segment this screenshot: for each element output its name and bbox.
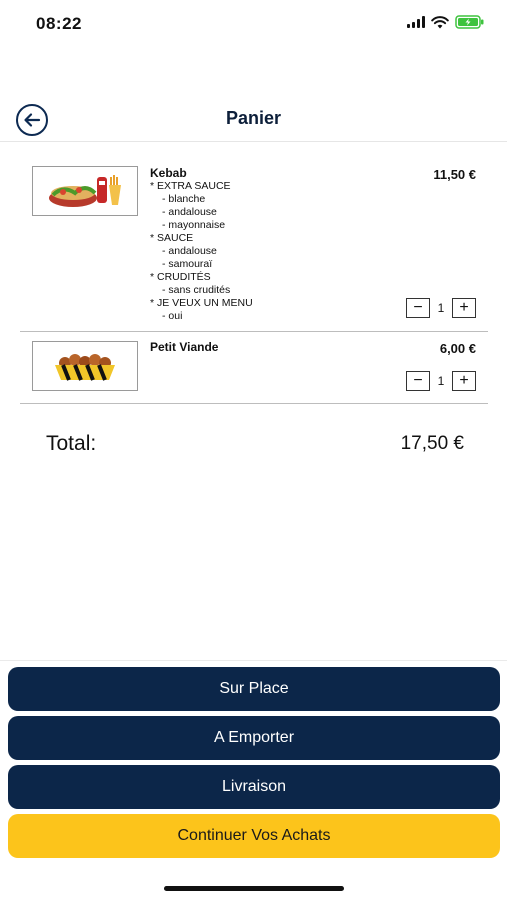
cellular-signal-icon: [407, 16, 425, 28]
meat-tray-image: [32, 341, 138, 391]
option-choice: - andalouse: [162, 245, 217, 257]
home-indicator[interactable]: [164, 886, 344, 891]
status-icons: [407, 15, 485, 29]
cart-item-petit-viande: Petit Viande 6,00 € − 1 +: [20, 333, 488, 404]
header: Panier: [0, 96, 507, 142]
option-group: * JE VEUX UN MENU: [150, 297, 253, 309]
wifi-icon: [431, 15, 449, 28]
quantity-stepper: − 1 +: [406, 298, 476, 318]
quantity-value: 1: [437, 374, 445, 388]
decrease-quantity-button[interactable]: −: [406, 298, 430, 318]
increase-quantity-button[interactable]: +: [452, 298, 476, 318]
status-bar: 08:22: [0, 0, 507, 48]
battery-charging-icon: [455, 15, 484, 29]
option-choice: - oui: [162, 310, 183, 322]
continuer-achats-button[interactable]: Continuer Vos Achats: [8, 814, 500, 858]
a-emporter-button[interactable]: A Emporter: [8, 716, 500, 760]
status-time: 08:22: [36, 14, 82, 33]
option-choice: - mayonnaise: [162, 219, 226, 231]
option-choice: - samouraï: [162, 258, 213, 270]
item-price: 6,00 €: [439, 341, 476, 356]
livraison-button[interactable]: Livraison: [8, 765, 500, 809]
quantity-stepper: − 1 +: [406, 371, 476, 391]
option-choice: - andalouse: [162, 206, 217, 218]
sur-place-button[interactable]: Sur Place: [8, 667, 500, 711]
increase-quantity-button[interactable]: +: [452, 371, 476, 391]
decrease-quantity-button[interactable]: −: [406, 371, 430, 391]
divider: [0, 660, 507, 661]
option-group: * SAUCE: [150, 232, 194, 244]
page-title: Panier: [225, 108, 282, 128]
total-row: Total: 17,50 €: [46, 432, 464, 456]
item-price: 11,50 €: [433, 167, 476, 182]
option-group: * CRUDITÉS: [150, 271, 211, 283]
total-label: Total:: [46, 432, 97, 455]
quantity-value: 1: [437, 301, 445, 315]
item-options: * EXTRA SAUCE - blanche - andalouse - ma…: [150, 180, 253, 323]
option-group: * EXTRA SAUCE: [150, 180, 231, 192]
option-choice: - sans crudités: [162, 284, 231, 296]
option-choice: - blanche: [162, 193, 206, 205]
item-name: Kebab: [150, 166, 187, 180]
cart-item-kebab: Kebab 11,50 € * EXTRA SAUCE - blanche - …: [20, 160, 488, 332]
item-name: Petit Viande: [150, 340, 219, 354]
kebab-meal-image: [32, 166, 138, 216]
total-value: 17,50 €: [400, 433, 464, 454]
